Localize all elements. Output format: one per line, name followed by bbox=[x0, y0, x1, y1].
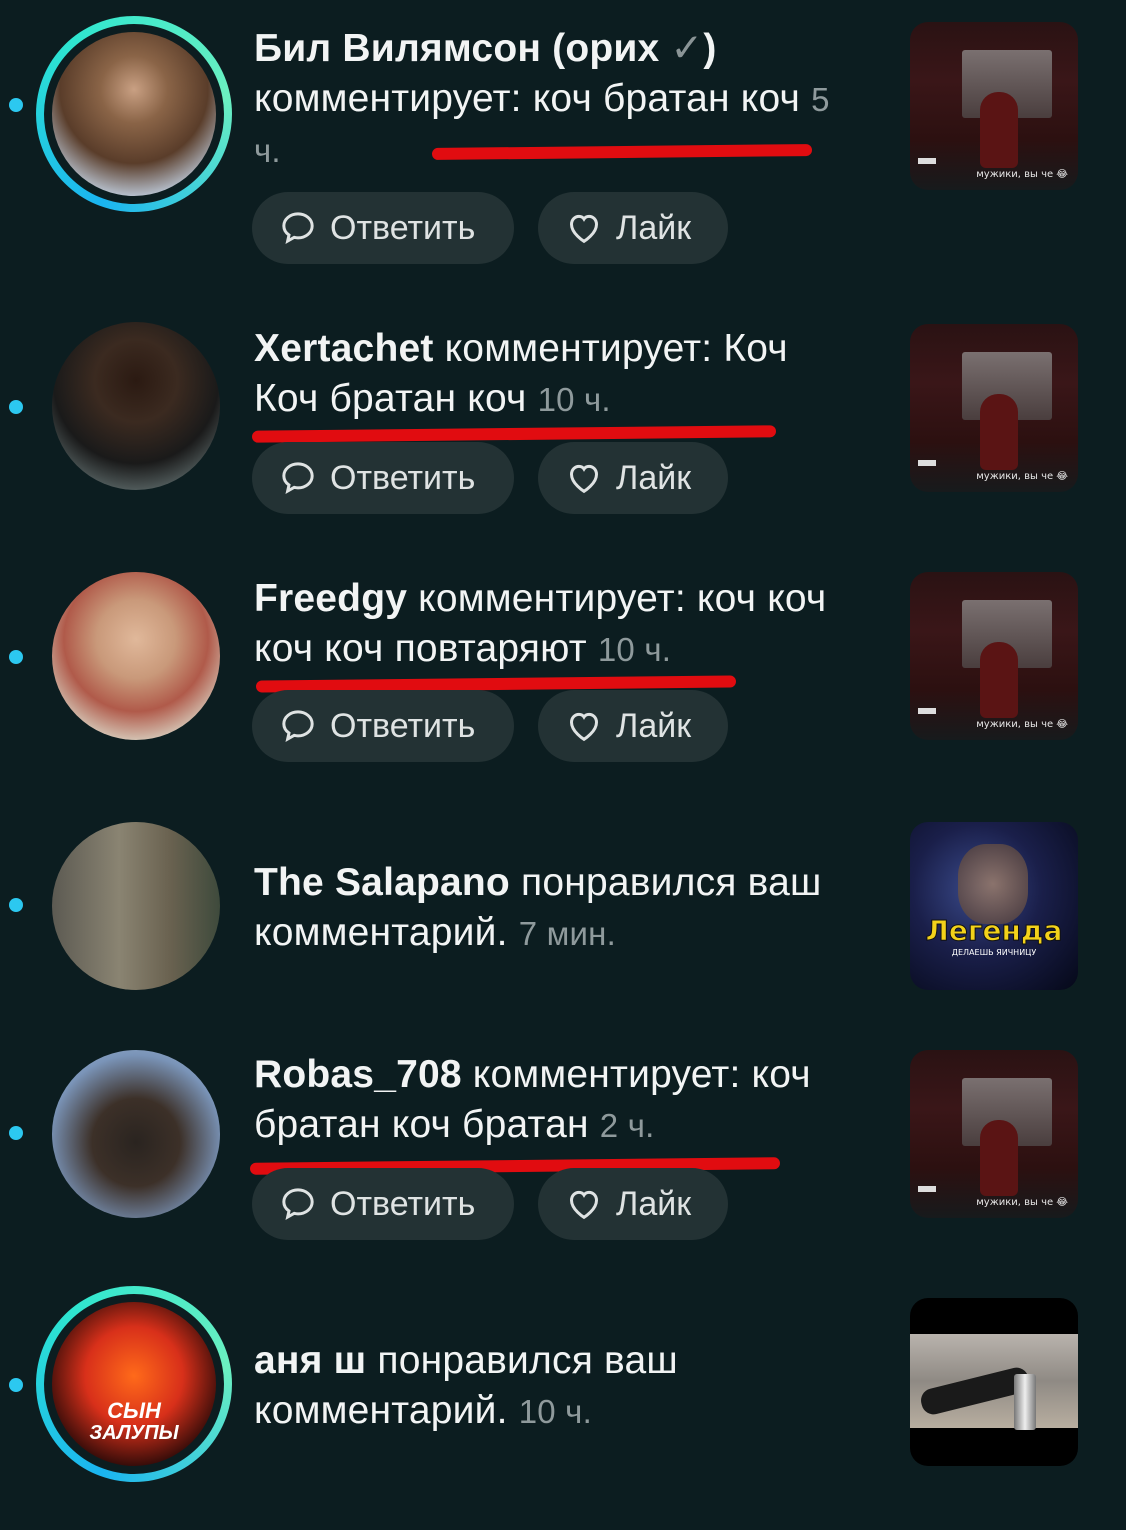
notification-item[interactable]: Freedgy комментирует: коч коч коч коч по… bbox=[0, 550, 1126, 800]
username[interactable]: аня ш bbox=[254, 1339, 366, 1382]
avatar[interactable]: СЫН ЗАЛУПЫ bbox=[36, 1286, 232, 1482]
heart-icon bbox=[569, 464, 599, 494]
heart-icon bbox=[569, 214, 599, 244]
notification-text: The Salapano понравился ваш комментарий.… bbox=[254, 858, 834, 959]
video-thumbnail[interactable] bbox=[910, 1298, 1078, 1466]
verified-badge-icon: ✓ bbox=[670, 27, 704, 70]
notification-item[interactable]: Xertachet комментирует: Коч Коч братан к… bbox=[0, 300, 1126, 550]
unread-dot bbox=[9, 400, 23, 414]
notification-item[interactable]: Robas_708 комментирует: коч братан коч б… bbox=[0, 1028, 1126, 1278]
video-thumbnail[interactable]: мужики, вы че 😂 bbox=[910, 324, 1078, 492]
username[interactable]: Robas_708 bbox=[254, 1053, 462, 1096]
notification-text: Freedgy комментирует: коч коч коч коч по… bbox=[254, 574, 834, 675]
username[interactable]: Xertachet bbox=[254, 327, 434, 370]
reply-button[interactable]: Ответить bbox=[252, 690, 514, 762]
unread-dot bbox=[9, 898, 23, 912]
video-thumbnail[interactable]: Легенда ДЕЛАЕШЬ ЯИЧНИЦУ bbox=[910, 822, 1078, 990]
reply-button[interactable]: Ответить bbox=[252, 192, 514, 264]
avatar[interactable] bbox=[46, 566, 226, 746]
speech-bubble-icon bbox=[282, 212, 314, 244]
action-text: комментирует: коч братан коч bbox=[254, 77, 801, 120]
timestamp: 10 ч. bbox=[597, 631, 672, 668]
notification-item[interactable]: Бил Вилямсон (орих ✓) комментирует: коч … bbox=[0, 0, 1126, 264]
notification-item[interactable]: The Salapano понравился ваш комментарий.… bbox=[0, 800, 1126, 1050]
reply-button[interactable]: Ответить bbox=[252, 1168, 514, 1240]
username[interactable]: Бил Вилямсон (орих bbox=[254, 27, 659, 70]
unread-dot bbox=[9, 1126, 23, 1140]
reply-button[interactable]: Ответить bbox=[252, 442, 514, 514]
heart-icon bbox=[569, 712, 599, 742]
unread-dot bbox=[9, 98, 23, 112]
notification-item[interactable]: СЫН ЗАЛУПЫ аня ш понравился ваш коммента… bbox=[0, 1280, 1126, 1530]
speech-bubble-icon bbox=[282, 1188, 314, 1220]
timestamp: 10 ч. bbox=[518, 1393, 592, 1430]
avatar[interactable] bbox=[46, 316, 226, 496]
timestamp: 10 ч. bbox=[537, 381, 611, 418]
timestamp: 2 ч. bbox=[599, 1107, 655, 1144]
timestamp: 7 мин. bbox=[518, 915, 616, 952]
like-button[interactable]: Лайк bbox=[538, 1168, 728, 1240]
like-button[interactable]: Лайк bbox=[538, 192, 728, 264]
username[interactable]: Freedgy bbox=[254, 577, 407, 620]
video-thumbnail[interactable]: мужики, вы че 😂 bbox=[910, 572, 1078, 740]
red-underline bbox=[251, 425, 777, 443]
notification-text: аня ш понравился ваш комментарий. 10 ч. bbox=[254, 1336, 834, 1437]
unread-dot bbox=[9, 650, 23, 664]
avatar[interactable] bbox=[46, 816, 226, 996]
notification-text: Robas_708 комментирует: коч братан коч б… bbox=[254, 1050, 834, 1151]
video-thumbnail[interactable]: мужики, вы че 😂 bbox=[910, 22, 1078, 190]
like-button[interactable]: Лайк bbox=[538, 690, 728, 762]
video-thumbnail[interactable]: мужики, вы че 😂 bbox=[910, 1050, 1078, 1218]
username[interactable]: The Salapano bbox=[254, 861, 510, 904]
unread-dot bbox=[9, 1378, 23, 1392]
speech-bubble-icon bbox=[282, 710, 314, 742]
avatar[interactable] bbox=[46, 1044, 226, 1224]
speech-bubble-icon bbox=[282, 462, 314, 494]
avatar[interactable] bbox=[36, 16, 232, 212]
heart-icon bbox=[569, 1190, 599, 1220]
like-button[interactable]: Лайк bbox=[538, 442, 728, 514]
notification-text: Xertachet комментирует: Коч Коч братан к… bbox=[254, 324, 834, 425]
